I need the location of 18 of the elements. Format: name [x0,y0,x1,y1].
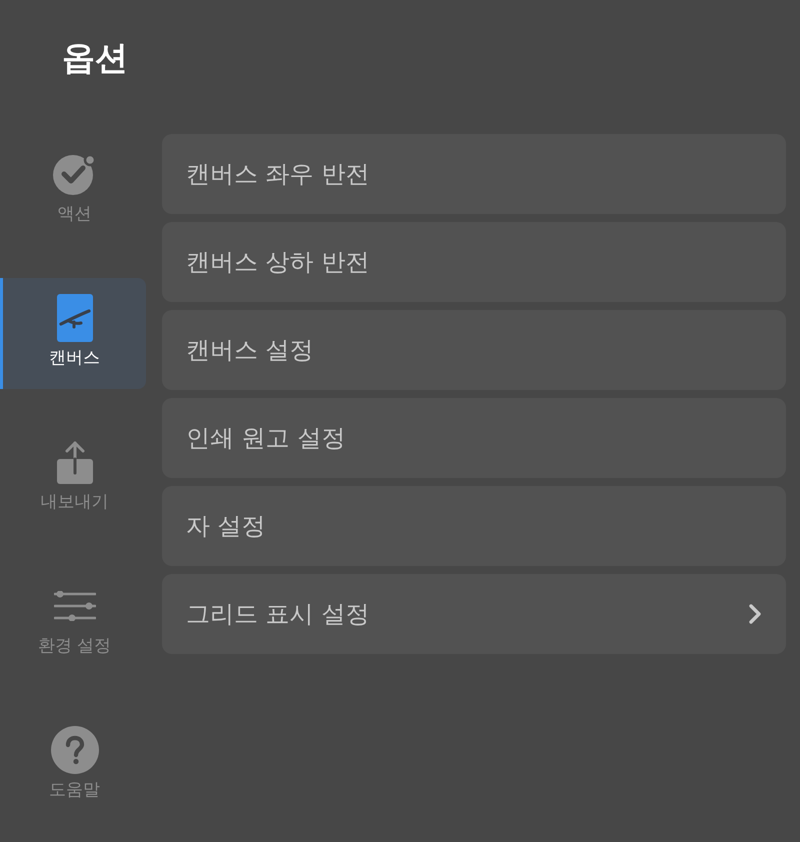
menu-item[interactable]: 자 설정 [162,486,786,566]
page-title: 옵션 [61,37,129,79]
share-box-icon [56,440,94,484]
check-circle-icon [52,153,96,195]
sidebar-item[interactable]: 캔버스 [0,278,146,389]
sidebar-item[interactable]: 내보내기 [0,422,146,533]
sidebar-item[interactable]: 액션 [0,134,146,245]
menu-item[interactable]: 캔버스 상하 반전 [162,222,786,302]
menu-item[interactable]: 그리드 표시 설정 [162,574,786,654]
sidebar-item[interactable]: 환경 설정 [0,566,146,677]
help-icon [50,726,98,774]
sidebar-item[interactable]: 도움말 [0,710,146,821]
pen-tile-icon [56,294,92,342]
menu-item[interactable]: 캔버스 좌우 반전 [162,134,786,214]
menu-item[interactable]: 인쇄 원고 설정 [162,398,786,478]
menu-item[interactable]: 캔버스 설정 [162,310,786,390]
chevron-right-icon [748,603,762,625]
sliders-icon [54,591,96,621]
